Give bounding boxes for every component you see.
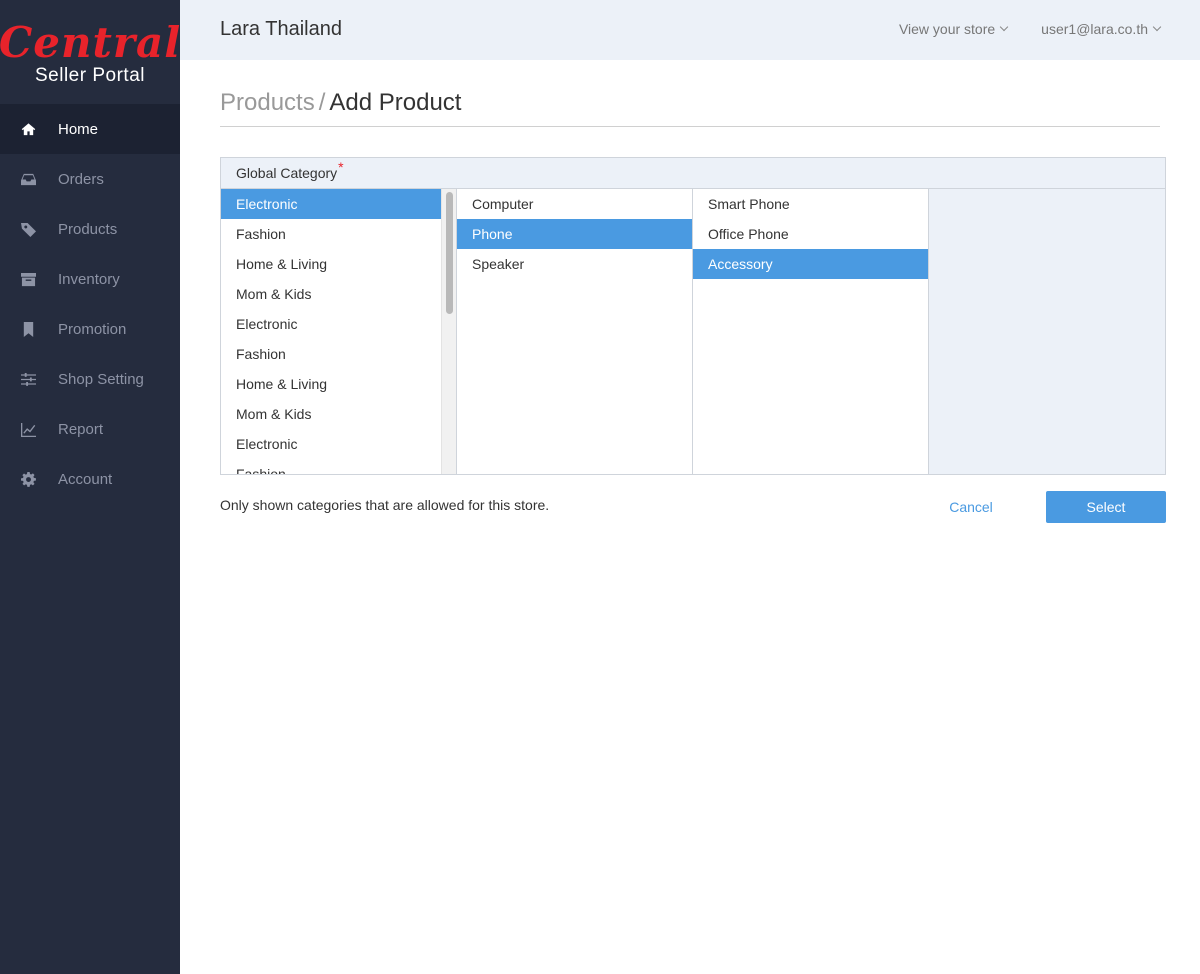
category-option[interactable]: Accessory [693,249,928,279]
cancel-button[interactable]: Cancel [929,491,1013,523]
category-option[interactable]: Mom & Kids [221,279,442,309]
category-selector: Global Category * Electronic Fashion Home &… [220,157,1166,475]
bookmark-icon [20,321,36,337]
top-links: View your store user1@lara.co.th [898,21,1162,37]
archive-icon [20,271,36,287]
category-label: Global Category [236,165,338,181]
tag-icon [20,221,36,237]
user-email: user1@lara.co.th [1041,21,1148,37]
sidebar-item-products[interactable]: Products [0,204,180,254]
sidebar-item-label: Inventory [58,270,120,288]
sidebar-item-orders[interactable]: Orders [0,154,180,204]
category-option[interactable]: Electronic [221,429,442,459]
category-option[interactable]: Electronic [221,309,442,339]
select-button[interactable]: Select [1046,491,1166,523]
sidebar-item-inventory[interactable]: Inventory [0,254,180,304]
category-column-level-4-empty [929,189,1165,474]
gear-icon [20,471,36,487]
category-option[interactable]: Home & Living [221,249,442,279]
brand-logo[interactable]: Central Seller Portal [0,0,180,104]
chevron-down-icon [1152,22,1162,32]
sidebar-item-shop-setting[interactable]: Shop Setting [0,354,180,404]
category-list-level-1: Electronic Fashion Home & Living Mom & Kids… [221,189,442,474]
category-list-level-2: Computer Phone Speaker [457,189,692,279]
sidebar-item-label: Promotion [58,320,127,338]
scrollbar-thumb[interactable] [446,192,453,314]
chevron-down-icon [999,22,1009,32]
store-name: Lara Thailand [220,18,342,40]
category-option[interactable]: Fashion [221,459,442,474]
sidebar-item-account[interactable]: Account [0,454,180,504]
user-menu-dropdown[interactable]: user1@lara.co.th [1041,21,1162,37]
logo-subtitle: Seller Portal [35,65,145,86]
category-option[interactable]: Computer [457,189,692,219]
breadcrumb-products-link[interactable]: Products [220,89,315,116]
breadcrumb-separator: / [318,89,326,116]
sidebar-item-promotion[interactable]: Promotion [0,304,180,354]
category-option[interactable]: Phone [457,219,692,249]
sidebar: Central Seller Portal Home Orders Produc… [0,0,180,974]
category-option[interactable]: Smart Phone [693,189,928,219]
category-option[interactable]: Speaker [457,249,692,279]
category-columns: Electronic Fashion Home & Living Mom & Kids… [221,189,1165,474]
heading-divider [220,126,1160,127]
category-option[interactable]: Office Phone [693,219,928,249]
sidebar-item-label: Home [58,120,99,138]
category-list-level-3: Smart Phone Office Phone Accessory [693,189,928,279]
logo-wordmark: Central [0,18,182,67]
breadcrumb: Products / Add Product [220,89,461,117]
category-option[interactable]: Fashion [221,339,442,369]
view-store-dropdown[interactable]: View your store [898,21,1009,37]
sidebar-item-label: Orders [58,170,104,188]
sidebar-item-home[interactable]: Home [0,104,180,154]
page-title: Add Product [329,89,462,116]
category-option[interactable]: Home & Living [221,369,442,399]
category-column-level-3: Smart Phone Office Phone Accessory [693,189,929,474]
category-header: Global Category * [221,158,1165,189]
line-chart-icon [20,421,36,437]
category-option[interactable]: Mom & Kids [221,399,442,429]
category-column-level-2: Computer Phone Speaker [457,189,693,474]
sidebar-item-label: Products [58,220,118,238]
view-store-label: View your store [898,21,996,37]
sidebar-item-label: Account [58,470,113,488]
top-bar: Lara Thailand View your store user1@lara… [180,0,1200,60]
required-mark: * [338,159,344,175]
sliders-icon [20,371,36,387]
category-column-level-1: Electronic Fashion Home & Living Mom & Kids… [221,189,457,474]
sidebar-item-label: Report [58,420,104,438]
category-option[interactable]: Electronic [221,189,442,219]
sidebar-item-report[interactable]: Report [0,404,180,454]
category-note: Only shown categories that are allowed f… [220,497,550,513]
category-scrollbar[interactable] [441,189,456,474]
sidebar-item-label: Shop Setting [58,370,144,388]
home-icon [20,121,36,137]
category-option[interactable]: Fashion [221,219,442,249]
sidebar-nav: Home Orders Products Inventory Promotion [0,104,180,504]
inbox-icon [20,171,36,187]
